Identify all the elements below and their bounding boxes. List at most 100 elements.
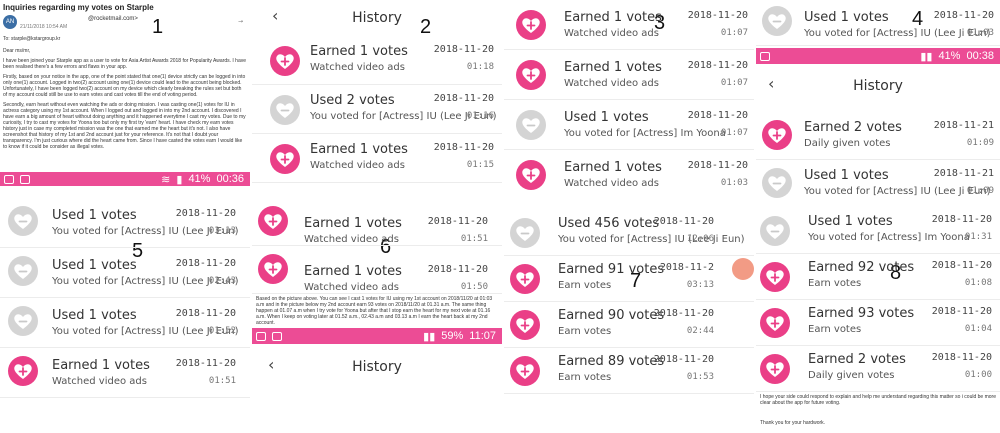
row-date: 2018-11-20 — [175, 308, 236, 319]
screenshot-number: 4 — [912, 8, 924, 30]
row-time: 01:08 — [964, 278, 992, 288]
heart-minus-icon — [270, 95, 300, 125]
history-row: Earned 1 votes Watched video ads 2018-11-2… — [252, 246, 502, 294]
history-panel-5: 5 Used 1 votes You voted for [Actress] IU… — [0, 198, 250, 433]
heart-minus-icon — [510, 218, 540, 248]
row-title: Earned 1 votes — [304, 264, 402, 279]
row-time: 01:03 — [720, 178, 748, 188]
row-time: 01:53 — [686, 372, 714, 382]
battery-level: 41% — [188, 173, 211, 185]
page-title: History — [352, 359, 402, 375]
row-time: 01:16 — [466, 111, 494, 121]
history-row: Earned 1 votes Watched video ads 2018-11-2… — [0, 348, 250, 398]
heart-plus-icon — [258, 254, 288, 284]
heart-plus-icon — [8, 356, 38, 386]
row-title: Used 456 votes — [558, 216, 660, 231]
row-time: 01:09 — [966, 186, 994, 196]
heart-minus-icon — [8, 206, 38, 236]
reply-arrow-icon[interactable]: → — [238, 18, 243, 25]
row-subtitle: Earn votes — [558, 280, 612, 291]
row-subtitle: Watched video ads — [304, 234, 399, 245]
history-row: Used 2 votes You voted for [Actress] IU (… — [252, 85, 502, 134]
heart-plus-icon — [760, 262, 790, 292]
row-time: 01:04 — [964, 324, 992, 334]
heart-minus-icon — [762, 6, 792, 36]
row-subtitle: Earn votes — [808, 278, 862, 289]
row-title: Earned 91 votes — [558, 262, 665, 277]
row-time: 03:13 — [208, 226, 236, 236]
history-row: Earned 90 votes Earn votes 2018-11-20 02:44 — [504, 302, 754, 348]
row-title: Used 1 votes — [564, 110, 649, 125]
row-subtitle: Watched video ads — [564, 28, 659, 39]
heart-minus-icon — [516, 110, 546, 140]
row-title: Earned 92 votes — [808, 260, 915, 275]
email-from: @rocketmail.com> — [88, 16, 138, 22]
row-subtitle: Watched video ads — [52, 376, 147, 387]
history-row: Earned 92 votes Earn votes 2018-11-20 01:08 — [756, 254, 1000, 300]
row-title: Earned 90 votes — [558, 308, 665, 323]
row-time: 02:44 — [686, 326, 714, 336]
history-row: Earned 1 votes Watched video ads 2018-11-2… — [252, 134, 502, 183]
row-subtitle: Daily given votes — [804, 138, 891, 149]
history-row: Used 1 votes You voted for [Actress] IU (… — [0, 198, 250, 248]
row-date: 2018-11-20 — [931, 352, 992, 363]
heart-plus-icon — [510, 310, 540, 340]
email-panel: Inquiries regarding my votes on Starple … — [0, 0, 250, 198]
row-date: 2018-11-21 — [933, 120, 994, 131]
row-subtitle: Watched video ads — [564, 78, 659, 89]
row-title: Used 1 votes — [52, 208, 137, 223]
email-body: Dear ms/mr, I have been joined your Star… — [3, 48, 246, 154]
history-row: Earned 1 votes Watched video ads 2018-11-2… — [504, 50, 754, 100]
history-panel-4: Used 1 votes You voted for [Actress] IU (… — [756, 0, 1000, 198]
history-panel-8: 8 Used 1 votes You voted for [Actress] Im… — [756, 198, 1000, 433]
row-date: 2018-11-20 — [687, 10, 748, 21]
status-time: 00:36 — [216, 173, 244, 185]
row-title: Used 2 votes — [310, 93, 395, 108]
row-time: 02:43 — [208, 276, 236, 286]
row-time: 01:52 — [208, 326, 236, 336]
page-title: History — [853, 78, 903, 94]
row-title: Used 1 votes — [808, 214, 893, 229]
history-row: Used 1 votes You voted for [Actress] Im Y… — [504, 100, 754, 150]
closing-paragraph: I hope your side could respond to explai… — [760, 394, 996, 406]
heart-plus-icon — [510, 356, 540, 386]
row-title: Earned 1 votes — [52, 358, 150, 373]
heart-plus-icon — [760, 308, 790, 338]
email-paragraph-3: Secondly, earn heart without even watchi… — [3, 102, 246, 150]
row-date: 2018-11-20 — [653, 354, 714, 365]
explanation-note: Based on the picture above. You can see … — [256, 296, 493, 326]
row-title: Used 1 votes — [804, 10, 889, 25]
heart-plus-icon — [516, 160, 546, 190]
row-time: 01:15 — [466, 160, 494, 170]
email-greeting: Dear ms/mr, — [3, 48, 31, 54]
row-subtitle: Earn votes — [558, 326, 612, 337]
row-title: Used 1 votes — [52, 258, 137, 273]
row-date: 2018-11-20 — [931, 260, 992, 271]
history-row: Used 1 votes You voted for [Actress] IU (… — [756, 0, 1000, 46]
notification-icon — [256, 331, 266, 341]
row-subtitle: You voted for [Actress] Im Yoona — [808, 232, 970, 243]
history-row: Used 1 votes You voted for [Actress] IU (… — [756, 160, 1000, 198]
battery-level: 59% — [441, 330, 464, 342]
history-panel-6: 6 Earned 1 votes Watched video ads 2018-11… — [252, 198, 502, 433]
history-row: Earned 89 votes Earn votes 2018-11-20 01:53 — [504, 348, 754, 394]
row-date: 2018-11-20 — [687, 60, 748, 71]
wifi-icon: ≋ — [161, 173, 171, 186]
email-date: 21/11/2018 10:54 AM — [20, 24, 68, 30]
row-title: Earned 1 votes — [564, 160, 662, 175]
heart-minus-icon — [762, 168, 792, 198]
heart-plus-icon — [516, 10, 546, 40]
row-time: 01:07 — [720, 28, 748, 38]
row-date: 2018-11-20 — [433, 44, 494, 55]
history-panel-7: 7 Used 456 votes You voted for [Actress] … — [504, 198, 754, 433]
email-subject: Inquiries regarding my votes on Starple — [3, 3, 154, 12]
row-date: 2018-11-20 — [653, 216, 714, 227]
row-time: 01:00 — [964, 370, 992, 380]
avatar: AN — [3, 15, 17, 29]
row-time: 12:06 — [686, 234, 714, 244]
row-time: 01:07 — [720, 128, 748, 138]
row-title: Used 1 votes — [52, 308, 137, 323]
row-date: 2018-11-20 — [433, 142, 494, 153]
heart-plus-icon — [270, 144, 300, 174]
status-bar: ▮▮ 59% 11:07 — [252, 328, 502, 344]
